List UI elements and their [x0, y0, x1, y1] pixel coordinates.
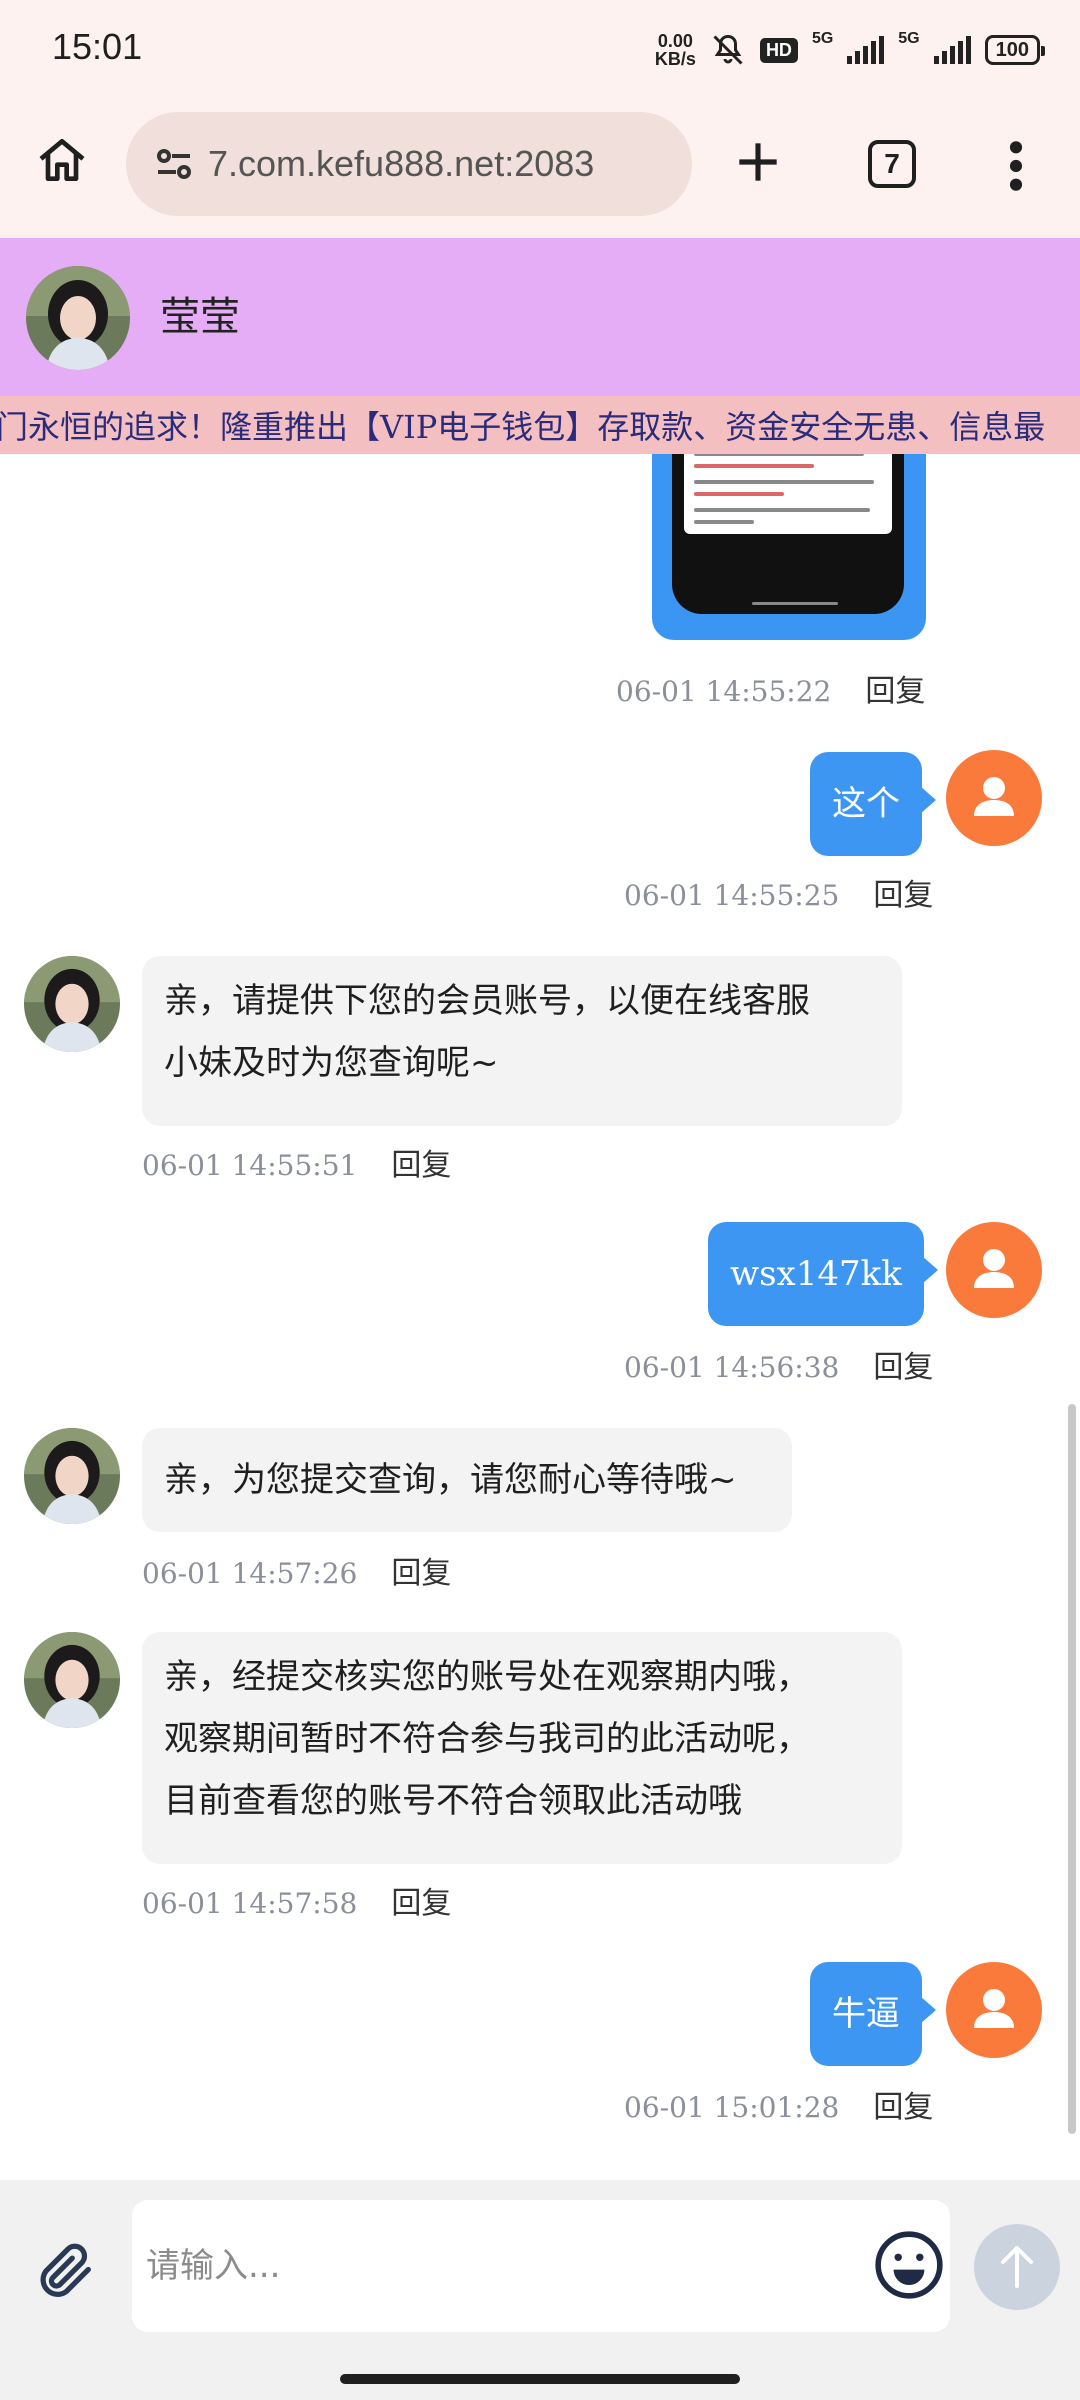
- signal-icon: [933, 36, 971, 64]
- user-avatar[interactable]: [946, 1222, 1042, 1318]
- outgoing-message-bubble[interactable]: 牛逼: [810, 1962, 936, 2066]
- agent-avatar[interactable]: [26, 266, 130, 370]
- chat-scrollbar[interactable]: [1068, 1404, 1076, 2134]
- message-composer: [0, 2180, 1080, 2360]
- signal-icon: [847, 36, 885, 64]
- reply-button[interactable]: 回复: [873, 878, 933, 913]
- message-meta: 06-01 14:55:51 回复: [142, 1140, 451, 1184]
- home-icon[interactable]: [34, 132, 90, 188]
- message-line: 目前查看您的账号不符合领取此活动哦: [164, 1781, 742, 1821]
- paperclip-icon[interactable]: [30, 2236, 100, 2306]
- status-icons: 0.00 KB/s HD 5G 5G 100: [655, 30, 1046, 70]
- arrow-up-icon: [1001, 2246, 1033, 2288]
- outgoing-message-bubble[interactable]: wsx147kk: [708, 1222, 938, 1326]
- incoming-message-bubble[interactable]: 亲，请提供下您的会员账号，以便在线客服 小妹及时为您查询呢~: [142, 956, 902, 1126]
- message-timestamp: 06-01 14:55:25: [624, 879, 840, 912]
- chat-header: 莹莹: [0, 238, 1080, 396]
- reply-button[interactable]: 回复: [391, 1556, 451, 1591]
- user-avatar[interactable]: [946, 750, 1042, 846]
- reply-button[interactable]: 回复: [391, 1886, 451, 1921]
- image-message[interactable]: [652, 454, 926, 640]
- screenshot-thumbnail: [672, 454, 904, 614]
- message-meta: 06-01 14:57:58 回复: [142, 1878, 451, 1922]
- network-speed-unit: KB/s: [654, 49, 696, 69]
- announcement-text: 门永恒的追求！隆重推出【VIP电子钱包】存取款、资金安全无患、信息最: [0, 408, 1046, 446]
- outgoing-message-bubble[interactable]: 这个: [810, 752, 936, 856]
- agent-avatar[interactable]: [24, 1632, 120, 1728]
- message-meta: 06-01 14:57:26 回复: [142, 1548, 451, 1592]
- message-input[interactable]: [132, 2200, 950, 2332]
- message-timestamp: 06-01 15:01:28: [624, 2091, 840, 2124]
- send-button[interactable]: [974, 2224, 1060, 2310]
- message-meta: 06-01 14:56:38 回复: [624, 1342, 933, 1386]
- message-timestamp: 06-01 14:55:51: [142, 1149, 358, 1182]
- battery-icon: 100: [984, 35, 1046, 65]
- mute-icon: [713, 34, 743, 65]
- reply-button[interactable]: 回复: [865, 674, 925, 709]
- message-meta: 06-01 14:55:22 回复: [616, 666, 925, 710]
- message-line: 亲，请提供下您的会员账号，以便在线客服: [164, 981, 810, 1021]
- address-bar[interactable]: 7.com.kefu888.net:2083: [126, 112, 692, 216]
- message-line: 小妹及时为您查询呢~: [164, 1043, 499, 1083]
- message-timestamp: 06-01 14:57:26: [142, 1557, 358, 1590]
- status-time: 15:01: [52, 26, 143, 67]
- emoji-icon[interactable]: [872, 2228, 946, 2302]
- site-settings-icon[interactable]: [150, 140, 198, 188]
- user-icon: [974, 777, 1014, 816]
- more-options-icon[interactable]: [1004, 138, 1028, 194]
- user-icon: [974, 1989, 1014, 2028]
- announcement-marquee: 门永恒的追求！隆重推出【VIP电子钱包】存取款、资金安全无患、信息最: [0, 396, 1080, 454]
- message-meta: 06-01 14:55:25 回复: [624, 870, 933, 914]
- hd-badge: HD: [759, 37, 798, 63]
- user-icon: [974, 1249, 1014, 1288]
- chat-message-list[interactable]: 06-01 14:55:22 回复 这个 06-01 14:55:25 回复 亲，请…: [0, 454, 1080, 2180]
- agent-avatar[interactable]: [24, 1428, 120, 1524]
- message-line: 观察期间暂时不符合参与我司的此活动呢，: [164, 1719, 810, 1759]
- new-tab-icon[interactable]: [730, 134, 786, 190]
- reply-button[interactable]: 回复: [873, 2090, 933, 2125]
- incoming-message-bubble[interactable]: 亲，为您提交查询，请您耐心等待哦~: [142, 1428, 792, 1532]
- tab-switcher-button[interactable]: 7: [868, 140, 916, 188]
- network-speed-value: 0.00: [657, 31, 693, 51]
- browser-toolbar: 7.com.kefu888.net:2083 7: [0, 100, 1080, 238]
- agent-avatar[interactable]: [24, 956, 120, 1052]
- message-line: 亲，经提交核实您的账号处在观察期内哦，: [164, 1657, 810, 1697]
- message-timestamp: 06-01 14:56:38: [624, 1351, 840, 1384]
- message-timestamp: 06-01 14:55:22: [616, 675, 832, 708]
- sim2-label: 5G: [898, 30, 920, 47]
- incoming-message-bubble[interactable]: 亲，经提交核实您的账号处在观察期内哦， 观察期间暂时不符合参与我司的此活动呢， …: [142, 1632, 902, 1864]
- url-text: 7.com.kefu888.net:2083: [208, 143, 595, 184]
- message-meta: 06-01 15:01:28 回复: [624, 2082, 933, 2126]
- reply-button[interactable]: 回复: [391, 1148, 451, 1183]
- network-speed: 0.00 KB/s: [655, 32, 696, 68]
- reply-button[interactable]: 回复: [873, 1350, 933, 1385]
- user-avatar[interactable]: [946, 1962, 1042, 2058]
- message-timestamp: 06-01 14:57:58: [142, 1887, 358, 1920]
- status-bar: 15:01 0.00 KB/s HD 5G 5G 100: [0, 0, 1080, 100]
- gesture-handle[interactable]: [340, 2374, 740, 2384]
- sim1-label: 5G: [811, 30, 834, 47]
- agent-name: 莹莹: [160, 294, 240, 340]
